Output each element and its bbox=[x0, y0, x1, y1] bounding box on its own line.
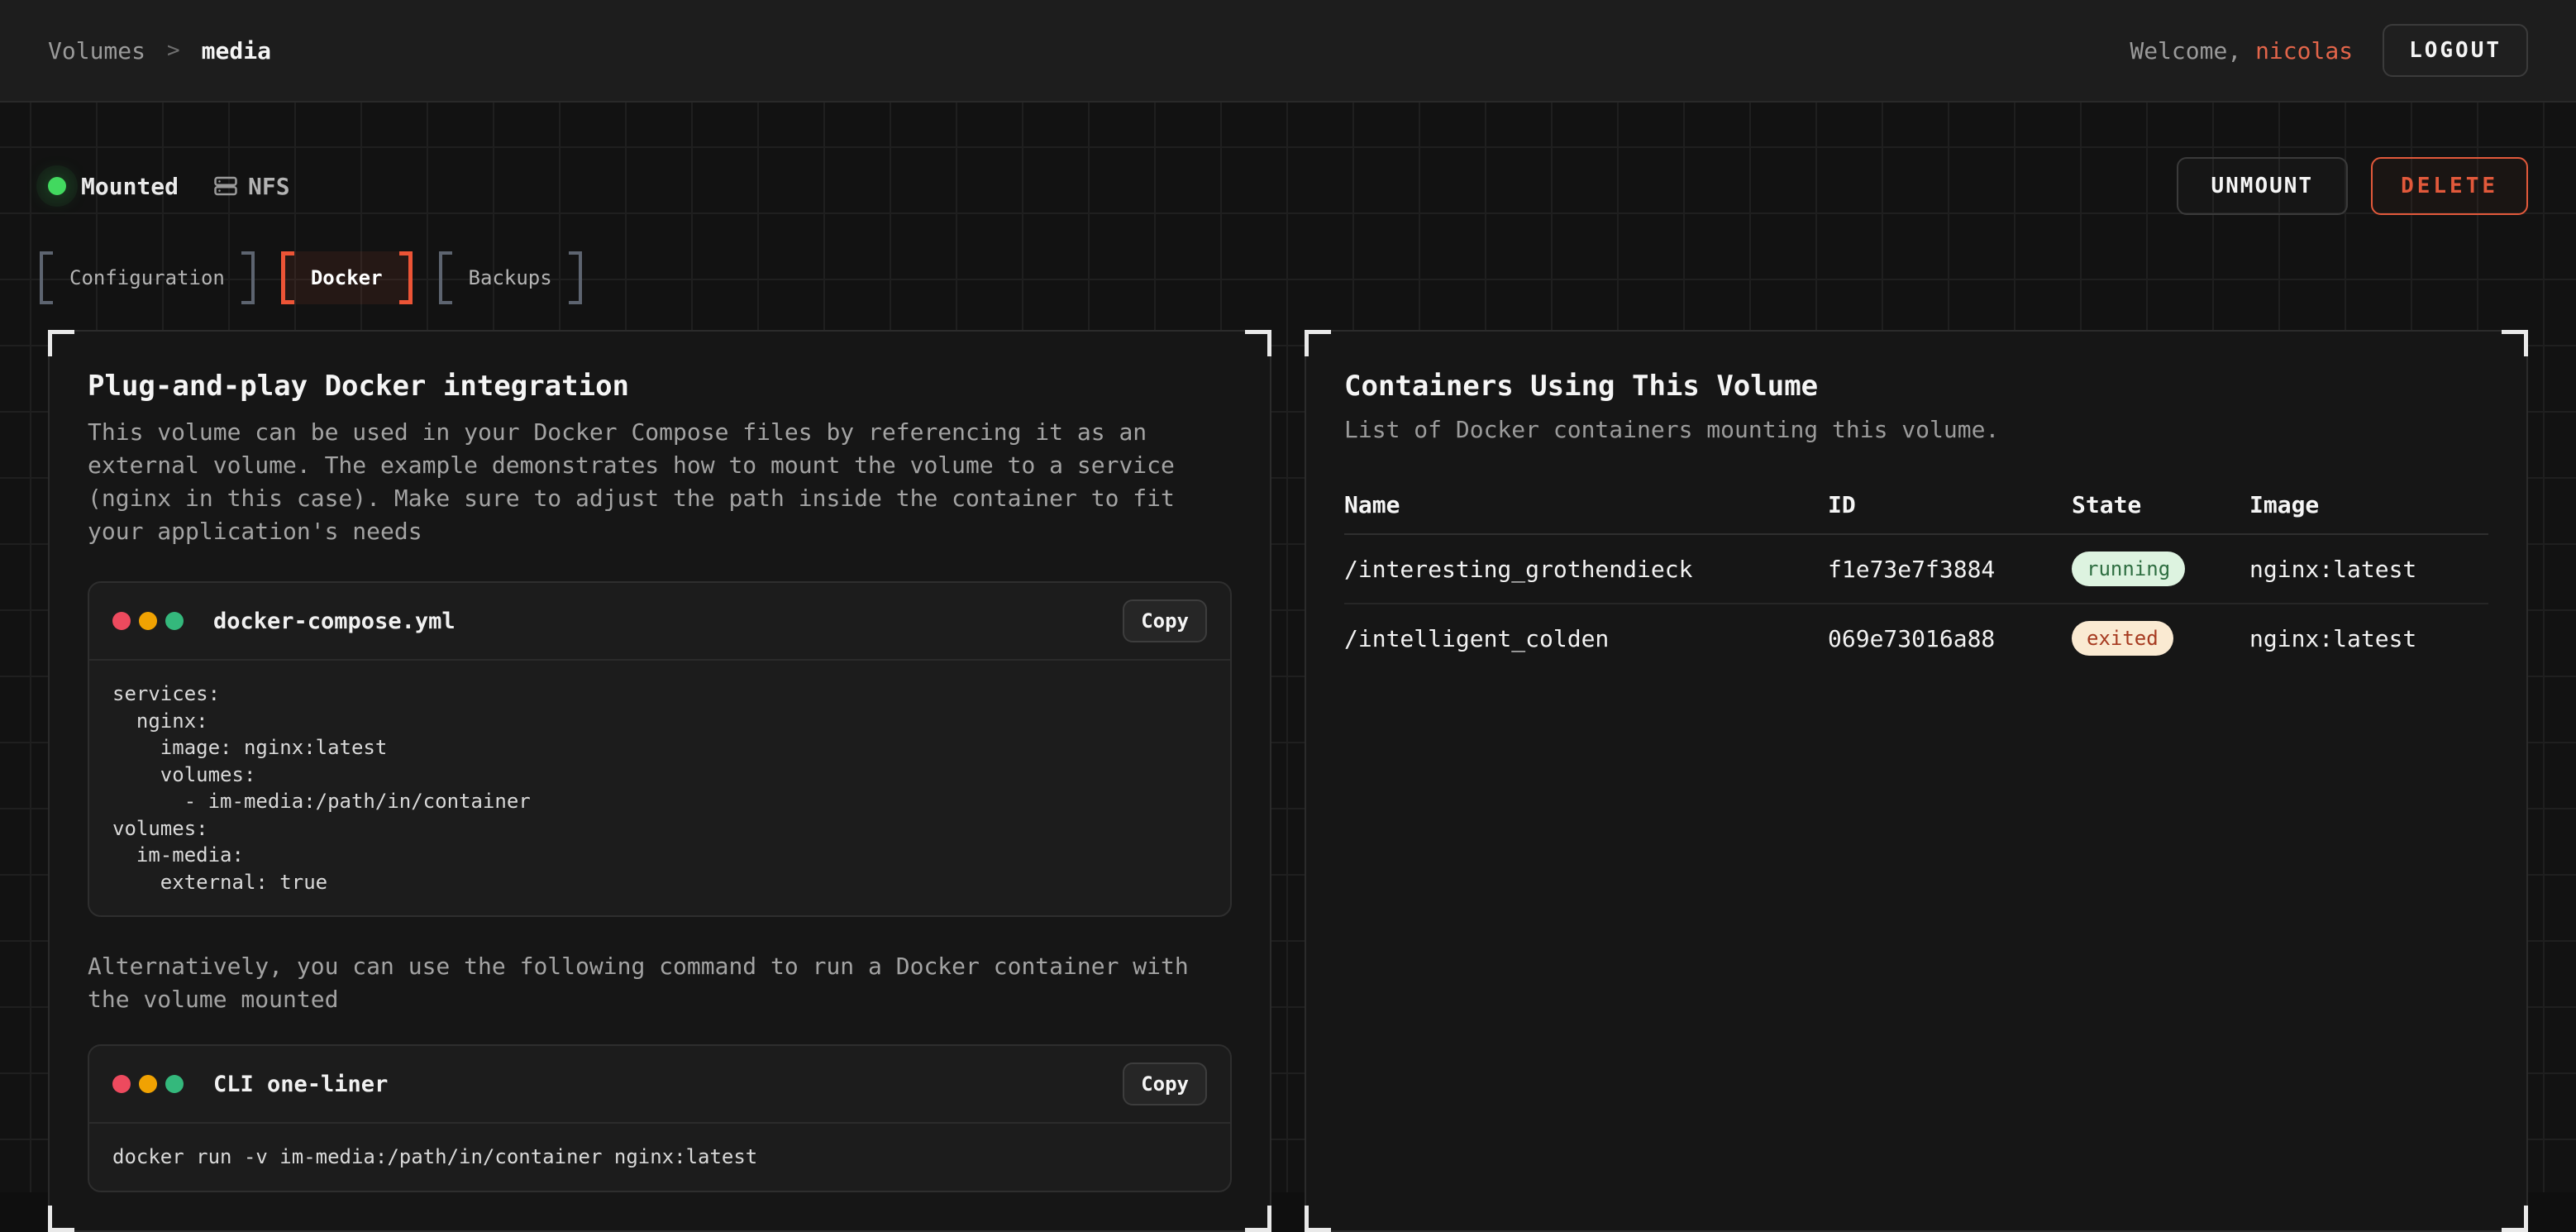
column-header-image: Image bbox=[2249, 491, 2488, 518]
column-header-id: ID bbox=[1828, 491, 2072, 518]
container-name: /interesting_grothendieck bbox=[1344, 556, 1828, 583]
copy-compose-button[interactable]: Copy bbox=[1123, 599, 1207, 642]
containers-panel-title: Containers Using This Volume bbox=[1344, 370, 2488, 403]
container-id: f1e73e7f3884 bbox=[1828, 556, 2072, 583]
containers-table: Name ID State Image /interesting_grothen… bbox=[1344, 491, 2488, 672]
panel-corner-decoration bbox=[2502, 330, 2528, 356]
containers-panel: Containers Using This Volume List of Doc… bbox=[1305, 330, 2528, 1232]
cli-code-content[interactable]: docker run -v im-media:/path/in/containe… bbox=[89, 1124, 1230, 1191]
docker-integration-panel: Plug-and-play Docker integration This vo… bbox=[48, 330, 1271, 1232]
docker-panel-title: Plug-and-play Docker integration bbox=[88, 370, 1232, 403]
tab-configuration[interactable]: Configuration bbox=[40, 251, 255, 304]
panel-corner-decoration bbox=[48, 1206, 74, 1232]
cli-title: CLI one-liner bbox=[213, 1072, 388, 1097]
traffic-light-green-icon bbox=[165, 612, 184, 630]
docker-panel-description: This volume can be used in your Docker C… bbox=[88, 416, 1232, 548]
volume-actions: UNMOUNT DELETE bbox=[2177, 157, 2529, 215]
welcome-prefix: Welcome, bbox=[2130, 37, 2255, 64]
traffic-light-green-icon bbox=[165, 1075, 184, 1093]
panel-corner-decoration bbox=[1305, 330, 1331, 356]
tab-docker[interactable]: Docker bbox=[281, 251, 413, 304]
status-badge: exited bbox=[2072, 621, 2173, 656]
container-state: running bbox=[2072, 552, 2249, 586]
breadcrumb: Volumes > media bbox=[48, 37, 271, 64]
containers-table-header: Name ID State Image bbox=[1344, 491, 2488, 535]
containers-panel-subtitle: List of Docker containers mounting this … bbox=[1344, 416, 2488, 443]
topbar-right: Welcome, nicolas LOGOUT bbox=[2130, 24, 2528, 77]
column-header-name: Name bbox=[1344, 491, 1828, 518]
container-id: 069e73016a88 bbox=[1828, 625, 2072, 652]
compose-code-header: docker-compose.yml Copy bbox=[89, 583, 1230, 661]
table-row[interactable]: /interesting_grothendieck f1e73e7f3884 r… bbox=[1344, 535, 2488, 604]
chevron-right-icon: > bbox=[167, 38, 180, 63]
mounted-status-dot-icon bbox=[48, 177, 66, 195]
nfs-label: NFS bbox=[248, 173, 290, 200]
breadcrumb-current-volume: media bbox=[202, 37, 271, 64]
column-header-state: State bbox=[2072, 491, 2249, 518]
traffic-light-red-icon bbox=[112, 612, 131, 630]
mounted-status-label: Mounted bbox=[81, 173, 179, 200]
container-image: nginx:latest bbox=[2249, 625, 2488, 652]
cli-code-header: CLI one-liner Copy bbox=[89, 1046, 1230, 1124]
panel-corner-decoration bbox=[1305, 1206, 1331, 1232]
panel-corner-decoration bbox=[48, 330, 74, 356]
container-state: exited bbox=[2072, 621, 2249, 656]
container-image: nginx:latest bbox=[2249, 556, 2488, 583]
volume-status: Mounted NFS bbox=[48, 173, 290, 200]
window-traffic-lights bbox=[112, 1075, 184, 1093]
unmount-button[interactable]: UNMOUNT bbox=[2177, 157, 2349, 215]
compose-code-content[interactable]: services: nginx: image: nginx:latest vol… bbox=[89, 661, 1230, 915]
copy-cli-button[interactable]: Copy bbox=[1123, 1062, 1207, 1105]
cli-note: Alternatively, you can use the following… bbox=[88, 950, 1232, 1016]
panel-corner-decoration bbox=[1245, 1206, 1271, 1232]
table-row[interactable]: /intelligent_colden 069e73016a88 exited … bbox=[1344, 604, 2488, 672]
window-traffic-lights bbox=[112, 612, 184, 630]
compose-code-block: docker-compose.yml Copy services: nginx:… bbox=[88, 581, 1232, 917]
status-badge: running bbox=[2072, 552, 2185, 586]
welcome-text: Welcome, nicolas bbox=[2130, 37, 2353, 64]
status-row: Mounted NFS UNMOUNT DELETE bbox=[48, 157, 2528, 215]
container-name: /intelligent_colden bbox=[1344, 625, 1828, 652]
nfs-type: NFS bbox=[213, 173, 290, 200]
username: nicolas bbox=[2255, 37, 2353, 64]
traffic-light-amber-icon bbox=[139, 1075, 157, 1093]
cli-code-block: CLI one-liner Copy docker run -v im-medi… bbox=[88, 1044, 1232, 1192]
tab-backups[interactable]: Backups bbox=[439, 251, 582, 304]
delete-button[interactable]: DELETE bbox=[2371, 157, 2528, 215]
logout-button[interactable]: LOGOUT bbox=[2383, 24, 2528, 77]
tab-bar: Configuration Docker Backups bbox=[40, 251, 2528, 304]
panel-corner-decoration bbox=[2502, 1206, 2528, 1232]
traffic-light-amber-icon bbox=[139, 612, 157, 630]
main-content: Mounted NFS UNMOUNT DELETE Configuration… bbox=[0, 103, 2576, 1192]
panel-corner-decoration bbox=[1245, 330, 1271, 356]
server-stack-icon bbox=[213, 174, 238, 198]
panels-row: Plug-and-play Docker integration This vo… bbox=[48, 330, 2528, 1232]
traffic-light-red-icon bbox=[112, 1075, 131, 1093]
top-bar: Volumes > media Welcome, nicolas LOGOUT bbox=[0, 0, 2576, 103]
compose-filename: docker-compose.yml bbox=[213, 609, 456, 634]
breadcrumb-volumes-link[interactable]: Volumes bbox=[48, 37, 145, 64]
